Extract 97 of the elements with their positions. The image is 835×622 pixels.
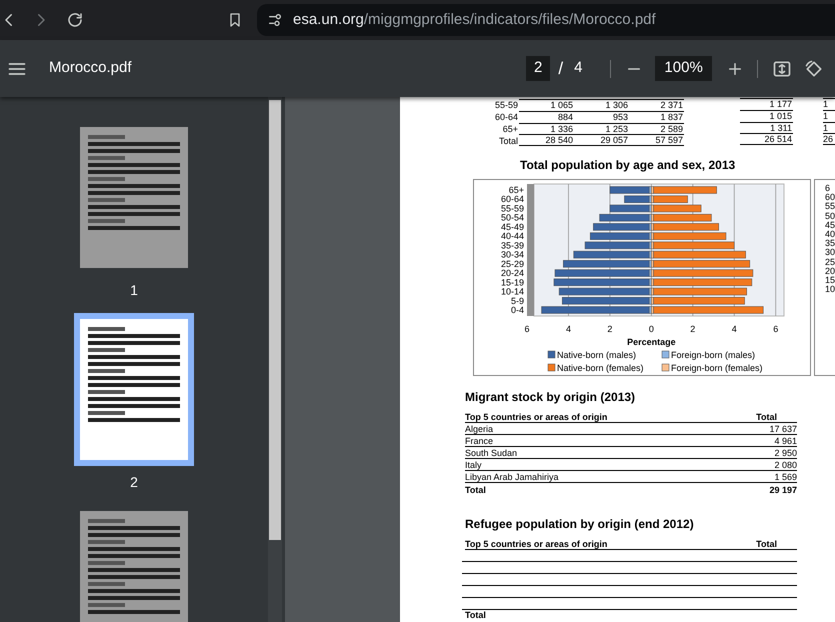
axis-label: 15-19: [500, 277, 524, 288]
tick-label: 0: [648, 324, 654, 334]
axis-label: 20-24: [500, 268, 524, 278]
rotate-icon[interactable]: [804, 58, 824, 78]
table-cell: 4 961: [774, 436, 797, 446]
axis-label: 10: [825, 285, 835, 294]
row-label: 65+: [502, 124, 519, 134]
table-cell: 1 253: [574, 123, 629, 134]
axis-label: 15: [825, 276, 835, 286]
page-number-field[interactable]: 2: [526, 56, 550, 81]
axis-label: 50-54: [500, 212, 524, 223]
table-cell: South Sudan: [465, 448, 518, 458]
table-cell: 57 597: [629, 134, 684, 146]
tick-label: 6: [773, 324, 778, 334]
axis-label: 0-4: [510, 305, 524, 315]
table-cell: 1 837: [629, 111, 684, 122]
table-cell: Total: [465, 485, 486, 495]
table-cell: 1 177: [740, 98, 793, 109]
axis-label: 30-34: [500, 250, 524, 260]
axis-label: 10-14: [500, 286, 524, 297]
page-count: 4: [574, 58, 582, 78]
table-cell: France: [465, 436, 494, 446]
chart-title: Total population by age and sex, 2013: [520, 157, 736, 174]
axis-label: 45-49: [500, 222, 524, 232]
axis-label: 40: [825, 230, 835, 240]
table-cell: 1 065: [519, 99, 574, 110]
axis-label: 55: [825, 202, 835, 212]
axis-label: 65+: [508, 185, 524, 195]
site-settings-icon[interactable]: [267, 12, 283, 28]
table-cell: 953: [574, 111, 629, 122]
row-label: 55-59: [494, 100, 519, 110]
table-cell: 1 336: [519, 123, 574, 134]
legend-label: Native-born (males): [557, 350, 636, 360]
table-cell: 884: [519, 111, 574, 122]
column-header: Top 5 countries or areas of origin: [465, 412, 608, 422]
axis-label: 35-39: [500, 240, 524, 250]
axis-label: 35: [825, 239, 835, 248]
tick-label: 4: [732, 324, 737, 334]
row-label: 60-64: [494, 112, 519, 122]
zoom-field[interactable]: 100%: [655, 56, 712, 81]
url-text: esa.un.org/miggmgprofiles/indicators/files/Morocco.pdf: [293, 10, 656, 30]
table-cell: 2 371: [629, 99, 684, 110]
page-separator: /: [558, 58, 564, 80]
axis-label: 25: [825, 258, 835, 267]
tick-label: 6: [524, 324, 530, 334]
table-cell: 17 637: [769, 424, 797, 434]
table-cell: Libyan Arab Jamahiriya: [465, 472, 559, 482]
axis-label: 20: [825, 266, 835, 276]
document-title: Morocco.pdf: [49, 58, 133, 78]
table-cell: Algeria: [465, 424, 494, 434]
axis-label: 5-9: [510, 296, 524, 306]
table-cell: 1 311: [740, 122, 793, 133]
table-cell: 1: [823, 98, 835, 109]
axis-label: 55-59: [500, 203, 524, 214]
table-cell: 1 015: [740, 110, 793, 121]
axis-label: 50: [825, 212, 835, 221]
table-cell: Italy: [465, 460, 482, 470]
axis-label: 60-64: [500, 194, 524, 204]
column-header: Top 5 countries or areas of origin: [465, 539, 608, 549]
table-cell: 28 540: [519, 134, 574, 146]
table-cell: 2 589: [629, 123, 684, 134]
tick-label: 2: [690, 324, 696, 334]
address-bar[interactable]: esa.un.org/miggmgprofiles/indicators/files/Morocco.pdf: [257, 4, 835, 36]
table-cell: 26: [823, 133, 835, 145]
axis-label: 45: [825, 220, 835, 230]
fit-page-icon[interactable]: [772, 58, 792, 78]
table-cell: Total: [465, 610, 486, 620]
legend-label: Foreign-born (males): [671, 350, 756, 360]
table-cell: 1: [823, 122, 835, 133]
table-cell: 1 306: [574, 99, 629, 110]
scrollbar[interactable]: [268, 97, 282, 622]
axis-label: 25-29: [500, 258, 524, 269]
tick-label: 4: [566, 324, 571, 334]
page-label: 1: [130, 281, 138, 300]
axis-label: 30: [825, 248, 835, 258]
tick-label: 2: [607, 324, 612, 334]
axis-label: 60: [825, 193, 835, 202]
legend-label: Native-born (females): [557, 363, 644, 373]
reload-icon[interactable]: [66, 11, 84, 29]
legend-label: Foreign-born (females): [671, 363, 763, 373]
table-cell: 2 080: [774, 460, 797, 470]
section-title: Refugee population by origin (end 2012): [465, 517, 694, 531]
table-cell: 26 514: [740, 133, 793, 145]
axis-label: 6: [825, 184, 830, 194]
page-thumbnail[interactable]: [74, 313, 194, 466]
table-cell: 29 057: [574, 134, 629, 146]
axis-label: 40-44: [500, 231, 524, 242]
axis-title: Percentage: [627, 337, 676, 347]
table-cell: 1 569: [774, 472, 797, 482]
column-header: Total: [756, 412, 778, 422]
row-label: Total: [498, 136, 519, 146]
column-header: Total: [756, 539, 778, 549]
section-title: Migrant stock by origin (2013): [465, 390, 636, 404]
table-cell: 2 950: [774, 448, 797, 458]
table-cell: 29 197: [769, 485, 797, 495]
table-cell: 1: [823, 110, 835, 121]
page-label: 2: [130, 473, 138, 492]
